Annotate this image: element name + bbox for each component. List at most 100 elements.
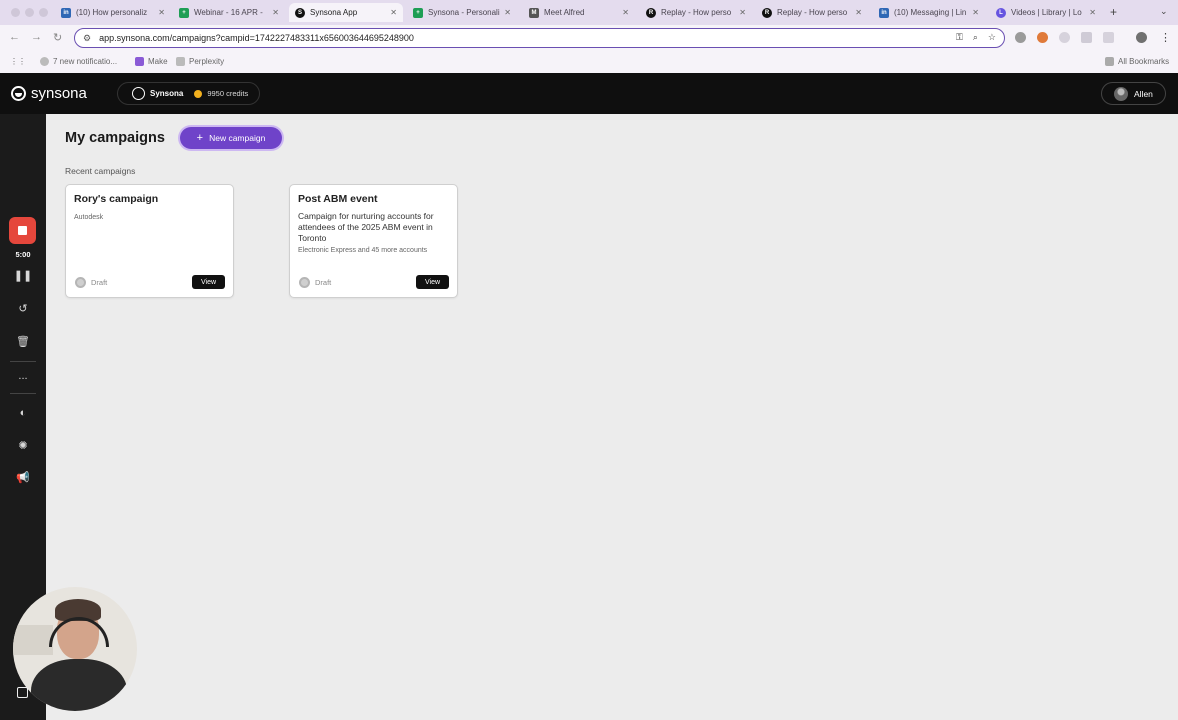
bookmark-item[interactable]: Perplexity [176, 57, 224, 66]
campaign-description: Campaign for nurturing accounts for atte… [298, 211, 434, 243]
draft-status-icon [299, 277, 310, 288]
synsona-logo-icon [11, 86, 26, 101]
apps-grid-icon[interactable]: ⋮⋮ [10, 57, 26, 66]
make-icon [135, 57, 144, 66]
user-menu-button[interactable]: Allen [1101, 82, 1166, 105]
plus-icon: + [196, 132, 204, 144]
sheets-icon: + [413, 7, 423, 18]
browser-tab[interactable]: in (10) How personaliz ✕ [55, 3, 171, 22]
synsona-favicon-icon: S [295, 7, 305, 18]
address-bar[interactable]: ⚙ app.synsona.com/campaigns?campid=17422… [74, 28, 1005, 48]
browser-tab[interactable]: R Replay - How perso ✕ [640, 3, 752, 22]
webcam-person-body [31, 659, 127, 711]
restart-icon[interactable]: ↺ [0, 302, 46, 315]
browser-tab[interactable]: in (10) Messaging | Lin ✕ [873, 3, 985, 22]
brand-name: synsona [31, 85, 87, 102]
replay-favicon-icon: R [762, 7, 772, 18]
draft-status-icon [75, 277, 86, 288]
reload-icon[interactable]: ↻ [53, 31, 62, 44]
workspace-logo-icon [132, 87, 145, 100]
pause-icon[interactable]: ❚❚ [0, 269, 46, 282]
view-campaign-button[interactable]: View [416, 275, 449, 289]
credits-coin-icon [194, 89, 203, 98]
window-zoom-button[interactable] [39, 8, 48, 17]
new-campaign-button[interactable]: + New campaign [180, 127, 282, 149]
linkedin-icon: in [879, 7, 889, 18]
page-title: My campaigns [65, 130, 165, 146]
app-header: synsona Synsona 9950 credits Allen [0, 73, 1178, 114]
extension-icon[interactable] [1037, 32, 1048, 43]
workspace-name: Synsona [150, 89, 184, 98]
rail-divider [10, 393, 36, 394]
more-options-icon[interactable]: ... [0, 370, 46, 382]
all-bookmarks[interactable]: All Bookmarks [1105, 57, 1169, 66]
browser-tab[interactable]: M Meet Alfred ✕ [523, 3, 635, 22]
replay-favicon-icon: R [646, 7, 656, 18]
tab-close-icon[interactable]: ✕ [855, 8, 862, 17]
browser-tab[interactable]: R Replay - How perso ✕ [756, 3, 868, 22]
tab-close-icon[interactable]: ✕ [972, 8, 979, 17]
sheets-icon: + [179, 7, 189, 18]
tab-search-chevron-icon[interactable]: ⌄ [1160, 6, 1168, 17]
site-settings-icon[interactable]: ⚙ [83, 33, 91, 44]
linkedin-icon: in [61, 7, 71, 18]
password-key-icon[interactable]: ⚿ [956, 32, 963, 43]
status-badge: Draft [75, 277, 107, 288]
recording-timer: 5:00 [15, 250, 31, 259]
recent-campaigns-label: Recent campaigns [65, 166, 136, 176]
tab-close-icon[interactable]: ✕ [504, 8, 511, 17]
user-name: Allen [1134, 88, 1153, 99]
sidebar-panel-icon[interactable] [1103, 32, 1114, 43]
shield-icon[interactable]: ◐ [0, 407, 46, 419]
back-arrow-icon[interactable]: ← [9, 31, 20, 43]
tab-close-icon[interactable]: ✕ [272, 8, 279, 17]
browser-tab[interactable]: L Videos | Library | Lo ✕ [990, 3, 1102, 22]
bookmarks-bar: ⋮⋮ 7 new notificatio... Make Perplexity … [0, 51, 1178, 73]
synsona-logo[interactable]: synsona [11, 85, 87, 102]
loom-icon: L [996, 7, 1006, 18]
tab-close-icon[interactable]: ✕ [739, 8, 746, 17]
extension-icon[interactable] [1059, 32, 1070, 43]
tab-close-icon[interactable]: ✕ [158, 8, 165, 17]
window-close-button[interactable] [11, 8, 20, 17]
avatar [1114, 86, 1128, 101]
tab-close-icon[interactable]: ✕ [390, 8, 397, 17]
workspace-switcher[interactable]: Synsona 9950 credits [117, 82, 260, 105]
trash-icon[interactable]: 🗑 [0, 335, 46, 348]
bookmark-favicon-icon [40, 57, 49, 66]
main-content: My campaigns + New campaign Recent campa… [46, 114, 1178, 720]
campaign-accounts: Electronic Express and 45 more accounts [298, 247, 428, 254]
bug-icon[interactable]: ✺ [0, 439, 46, 452]
campaign-title: Rory's campaign [74, 193, 159, 205]
new-tab-button[interactable]: + [1110, 5, 1117, 19]
browser-tab-strip: in (10) How personaliz ✕ + Webinar - 16 … [0, 0, 1178, 25]
bookmark-item[interactable]: Make [135, 57, 168, 66]
campaign-title: Post ABM event [298, 193, 378, 205]
browser-tab-active[interactable]: S Synsona App ✕ [289, 3, 403, 22]
browser-toolbar: ← → ↻ ⚙ app.synsona.com/campaigns?campid… [0, 25, 1178, 51]
profile-avatar-icon[interactable] [1136, 32, 1147, 43]
megaphone-icon[interactable]: 📢 [0, 471, 46, 484]
forward-arrow-icon[interactable]: → [31, 31, 42, 43]
camera-toggle-icon[interactable] [17, 687, 28, 698]
campaign-card[interactable]: Rory's campaign Autodesk Draft View [65, 184, 234, 298]
browser-menu-icon[interactable]: ⋮ [1160, 31, 1171, 44]
webcam-background [13, 625, 53, 655]
extension-icon[interactable] [1015, 32, 1026, 43]
stop-icon [18, 226, 27, 235]
browser-tab[interactable]: + Synsona - Personali ✕ [407, 3, 517, 22]
view-campaign-button[interactable]: View [192, 275, 225, 289]
tab-close-icon[interactable]: ✕ [1089, 8, 1096, 17]
bookmark-item[interactable]: 7 new notificatio... [40, 57, 117, 66]
browser-tab[interactable]: + Webinar - 16 APR - ✕ [173, 3, 285, 22]
webcam-preview[interactable] [13, 587, 137, 711]
window-minimize-button[interactable] [25, 8, 34, 17]
tab-close-icon[interactable]: ✕ [622, 8, 629, 17]
zoom-icon[interactable]: ⌕ [973, 32, 978, 43]
credits-count: 9950 credits [207, 89, 249, 98]
campaign-card[interactable]: Post ABM event Campaign for nurturing ac… [289, 184, 458, 298]
meet-alfred-icon: M [529, 7, 539, 18]
extensions-puzzle-icon[interactable] [1081, 32, 1092, 43]
bookmark-star-icon[interactable]: ☆ [988, 32, 996, 43]
stop-recording-button[interactable] [9, 217, 36, 244]
